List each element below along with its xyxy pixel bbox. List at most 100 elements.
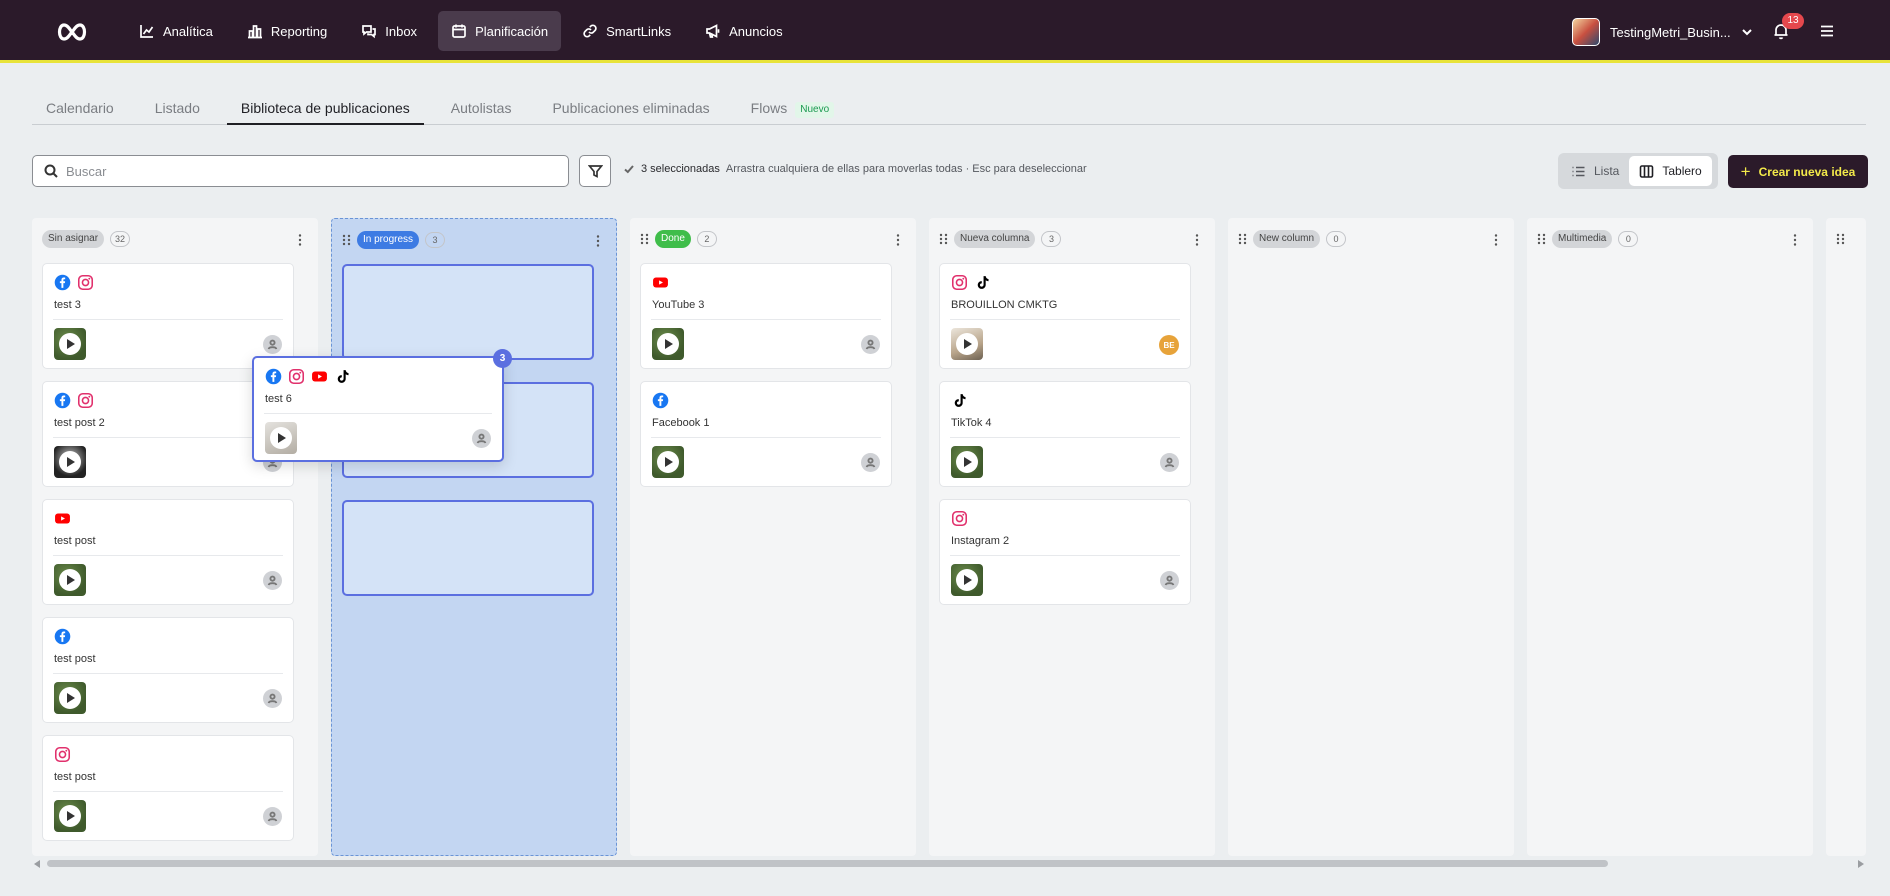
nav-item-reporting[interactable]: Reporting <box>234 11 340 51</box>
column-menu-icon[interactable] <box>596 235 600 247</box>
metricool-logo-icon[interactable] <box>55 20 89 44</box>
column-label[interactable]: Nueva columna <box>954 230 1036 248</box>
planning-tabs: Calendario Listado Biblioteca de publicaci… <box>32 95 1866 125</box>
filter-button[interactable] <box>579 155 611 187</box>
assignee-placeholder[interactable] <box>1160 453 1179 472</box>
post-card[interactable]: YouTube 3 <box>640 263 892 369</box>
assignee-placeholder[interactable] <box>472 429 491 448</box>
column-label[interactable]: In progress <box>357 231 420 249</box>
tiktok-icon <box>954 394 966 407</box>
column-label[interactable]: Sin asignar <box>42 230 105 248</box>
nav-item-analitica[interactable]: Analítica <box>126 11 226 51</box>
board-column[interactable]: Done 2 YouTube 3 Facebook 1 <box>630 218 916 856</box>
card-divider <box>53 673 283 674</box>
assignee-avatar[interactable]: BE <box>1159 335 1179 355</box>
board-column[interactable]: Multimedia 0 <box>1527 218 1813 856</box>
media-thumbnail[interactable] <box>652 328 684 360</box>
notification-badge: 13 <box>1782 13 1804 29</box>
post-card[interactable]: test post <box>42 735 294 841</box>
column-menu-icon[interactable] <box>1195 234 1199 246</box>
assignee-placeholder[interactable] <box>263 807 282 826</box>
tab-publicaciones-eliminadas[interactable]: Publicaciones eliminadas <box>538 95 723 125</box>
media-thumbnail[interactable] <box>54 564 86 596</box>
media-thumbnail[interactable] <box>951 446 983 478</box>
scroll-right-arrow-icon[interactable] <box>1858 860 1864 868</box>
nav-item-anuncios[interactable]: Anuncios <box>692 11 795 51</box>
card-divider <box>651 319 881 320</box>
column-menu-icon[interactable] <box>896 234 900 246</box>
tab-biblioteca-de-publicaciones[interactable]: Biblioteca de publicaciones <box>226 95 424 125</box>
social-network-icons <box>54 746 71 763</box>
nav-item-planificacion[interactable]: Planificación <box>438 11 562 51</box>
column-header <box>1836 230 1845 248</box>
column-menu-icon[interactable] <box>1793 234 1797 246</box>
board-column[interactable]: New column 0 <box>1228 218 1514 856</box>
account-switcher[interactable]: TestingMetri_Busin... <box>1572 18 1753 46</box>
post-card[interactable]: test 3 <box>42 263 294 369</box>
hamburger-menu-icon[interactable] <box>1818 22 1836 40</box>
drag-handle-icon[interactable] <box>1238 233 1247 245</box>
post-card[interactable]: BROUILLON CMKTG BE <box>939 263 1191 369</box>
view-list-button[interactable]: Lista <box>1561 156 1629 186</box>
post-card[interactable]: Instagram 2 <box>939 499 1191 605</box>
board-column[interactable] <box>1826 218 1866 856</box>
card-divider <box>651 437 881 438</box>
media-thumbnail[interactable] <box>54 682 86 714</box>
board-column[interactable]: Nueva columna 3 BROUILLON CMKTG BE TikTok 4 I… <box>929 218 1215 856</box>
drag-handle-icon[interactable] <box>1836 233 1845 245</box>
board-column[interactable]: In progress 3 <box>331 218 617 856</box>
board-column[interactable]: Sin asignar 32 test 3 test post 2 test post t… <box>32 218 318 856</box>
assignee-placeholder[interactable] <box>1160 571 1179 590</box>
tab-listado[interactable]: Listado <box>141 95 214 125</box>
media-thumbnail[interactable] <box>951 564 983 596</box>
social-network-icons <box>951 274 991 291</box>
media-thumbnail[interactable] <box>265 422 297 454</box>
view-list-label: Lista <box>1594 164 1620 178</box>
column-label[interactable]: Done <box>655 230 691 248</box>
assignee-placeholder[interactable] <box>861 453 880 472</box>
assignee-placeholder[interactable] <box>861 335 880 354</box>
media-thumbnail[interactable] <box>54 800 86 832</box>
play-icon <box>956 451 978 473</box>
tab-label: Calendario <box>46 100 114 116</box>
tab-flows[interactable]: Flows Nuevo <box>737 95 848 125</box>
media-thumbnail[interactable] <box>54 446 86 478</box>
search-box[interactable] <box>32 155 569 187</box>
nav-item-smartlinks[interactable]: SmartLinks <box>569 11 684 51</box>
post-card[interactable]: test post <box>42 617 294 723</box>
drag-handle-icon[interactable] <box>1537 233 1546 245</box>
assignee-placeholder[interactable] <box>263 335 282 354</box>
media-thumbnail[interactable] <box>652 446 684 478</box>
assignee-placeholder[interactable] <box>263 571 282 590</box>
drag-handle-icon[interactable] <box>640 233 649 245</box>
scroll-left-arrow-icon[interactable] <box>34 860 40 868</box>
column-header: In progress 3 <box>342 231 446 249</box>
main-nav: Analítica Reporting Inbox Planificación Smar… <box>126 11 796 51</box>
post-card[interactable]: TikTok 4 <box>939 381 1191 487</box>
drag-preview-card[interactable]: test 6 <box>252 356 504 462</box>
scrollbar-thumb[interactable] <box>47 860 1608 867</box>
post-card[interactable]: test post <box>42 499 294 605</box>
instagram-icon <box>77 392 94 409</box>
board-horizontal-scrollbar[interactable] <box>32 857 1866 869</box>
assignee-placeholder[interactable] <box>263 689 282 708</box>
create-idea-button[interactable]: + Crear nueva idea <box>1728 155 1868 188</box>
drag-handle-icon[interactable] <box>939 233 948 245</box>
drag-handle-icon[interactable] <box>342 234 351 246</box>
column-label[interactable]: Multimedia <box>1552 230 1613 248</box>
post-card[interactable]: Facebook 1 <box>640 381 892 487</box>
media-thumbnail[interactable] <box>54 328 86 360</box>
search-input[interactable] <box>66 163 546 179</box>
youtube-icon <box>653 277 668 288</box>
column-menu-icon[interactable] <box>298 234 302 246</box>
card-title: YouTube 3 <box>652 299 705 311</box>
column-label[interactable]: New column <box>1253 230 1321 248</box>
column-menu-icon[interactable] <box>1494 234 1498 246</box>
media-thumbnail[interactable] <box>951 328 983 360</box>
tab-autolistas[interactable]: Autolistas <box>437 95 526 125</box>
view-board-button[interactable]: Tablero <box>1629 156 1712 186</box>
card-title: test 3 <box>54 299 81 311</box>
tab-calendario[interactable]: Calendario <box>32 95 128 125</box>
card-divider <box>950 319 1180 320</box>
nav-item-inbox[interactable]: Inbox <box>348 11 430 51</box>
